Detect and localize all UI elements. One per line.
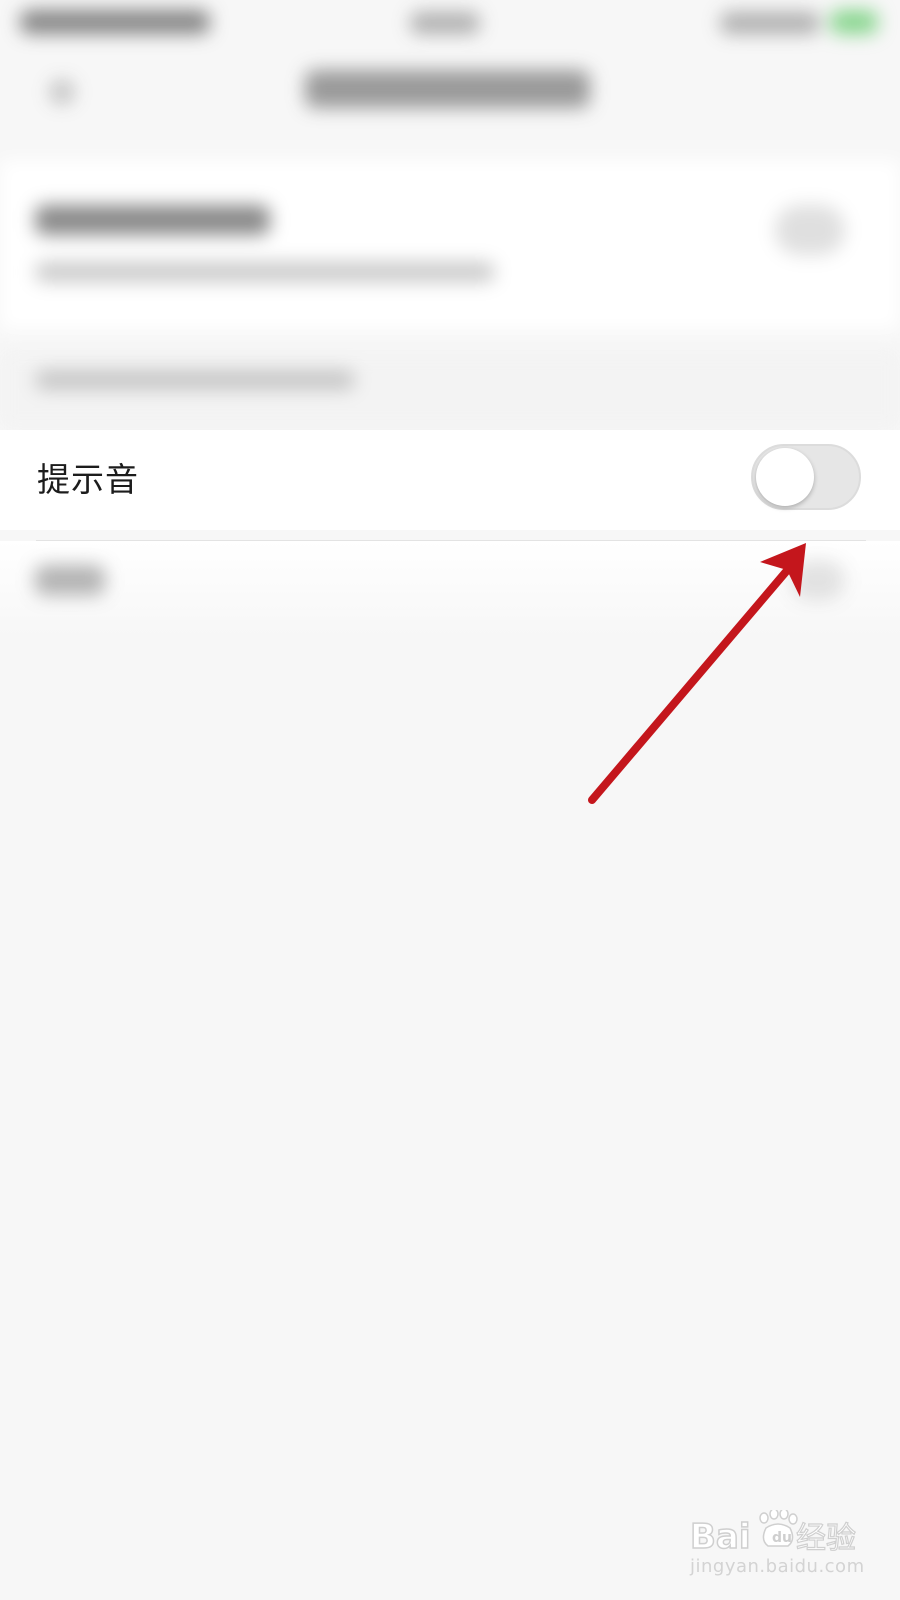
watermark-url: jingyan.baidu.com: [690, 1556, 865, 1577]
svg-text:Bai: Bai: [690, 1517, 751, 1557]
status-bar-indicators: [720, 12, 820, 34]
setting-subtitle-blurred: [35, 262, 495, 282]
svg-text:经验: 经验: [796, 1521, 856, 1556]
notification-sound-toggle[interactable]: [751, 444, 861, 510]
settings-row-notification-sound[interactable]: 提示音: [0, 430, 900, 530]
svg-text:du: du: [772, 1530, 792, 1546]
section-header-blurred: [0, 350, 900, 430]
toggle-knob: [756, 448, 814, 506]
section-header-text-blurred: [35, 370, 355, 390]
settings-row-2: [0, 541, 900, 636]
row-divider: [36, 540, 866, 541]
battery-icon: [830, 10, 878, 34]
baidu-logo-icon: Bai du 经验: [690, 1510, 857, 1558]
back-arrow-icon[interactable]: [50, 80, 74, 104]
setting-title-blurred: [35, 205, 270, 235]
status-bar-carrier: [20, 10, 210, 34]
setting-switch-blurred[interactable]: [775, 205, 845, 255]
status-bar-time: [410, 12, 480, 34]
baidu-jingyan-watermark: Bai du 经验 jingyan.baidu.com: [690, 1500, 880, 1590]
notification-sound-label: 提示音: [37, 460, 139, 499]
settings-section-top: [0, 160, 900, 330]
nav-title: [305, 70, 590, 108]
annotation-arrow-icon: [588, 543, 806, 804]
